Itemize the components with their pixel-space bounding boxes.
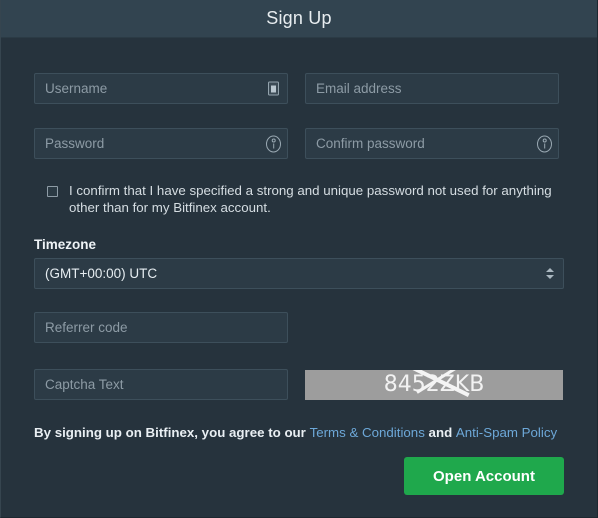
signup-modal: Sign Up Username Email address I confirm… — [0, 0, 598, 518]
captcha-input[interactable] — [34, 369, 288, 400]
username-field-wrapper — [34, 73, 288, 104]
confirm-password-field-wrapper — [305, 128, 559, 159]
email-field[interactable] — [305, 73, 559, 104]
page-title: Sign Up — [266, 8, 332, 28]
open-account-button[interactable]: Open Account — [404, 457, 564, 495]
captcha-row: 8452ZKB — [34, 369, 564, 400]
username-input[interactable] — [34, 73, 288, 104]
referrer-row — [34, 312, 564, 343]
referrer-field-wrapper — [34, 312, 288, 343]
credentials-row-1 — [34, 73, 564, 104]
terms-middle-text: and — [424, 425, 456, 440]
signup-form: I confirm that I have specified a strong… — [1, 73, 597, 495]
password-confirmation-row: I confirm that I have specified a strong… — [34, 182, 564, 216]
password-field-wrapper — [34, 128, 288, 159]
terms-agreement: By signing up on Bitfinex, you agree to … — [34, 425, 564, 440]
submit-row: Open Account — [34, 457, 564, 495]
timezone-label: Timezone — [34, 237, 97, 252]
timezone-select[interactable]: (GMT+00:00) UTC — [34, 258, 564, 289]
modal-header: Sign Up — [1, 0, 597, 38]
strong-password-label: I confirm that I have specified a strong… — [69, 183, 552, 215]
anti-spam-policy-link[interactable]: Anti-Spam Policy — [456, 425, 557, 440]
captcha-field-wrapper — [34, 369, 288, 400]
strong-password-checkbox[interactable] — [47, 186, 58, 197]
terms-prefix-text: By signing up on Bitfinex, you agree to … — [34, 425, 310, 440]
confirm-password-input[interactable] — [305, 128, 559, 159]
captcha-image[interactable]: 8452ZKB — [305, 369, 563, 400]
credentials-row-2 — [34, 128, 564, 159]
timezone-block: Timezone (GMT+00:00) UTC — [34, 237, 564, 289]
password-input[interactable] — [34, 128, 288, 159]
timezone-select-wrapper: (GMT+00:00) UTC — [34, 258, 564, 289]
terms-conditions-link[interactable]: Terms & Conditions — [310, 425, 425, 440]
email-field-wrapper — [305, 73, 559, 104]
referrer-code-input[interactable] — [34, 312, 288, 343]
